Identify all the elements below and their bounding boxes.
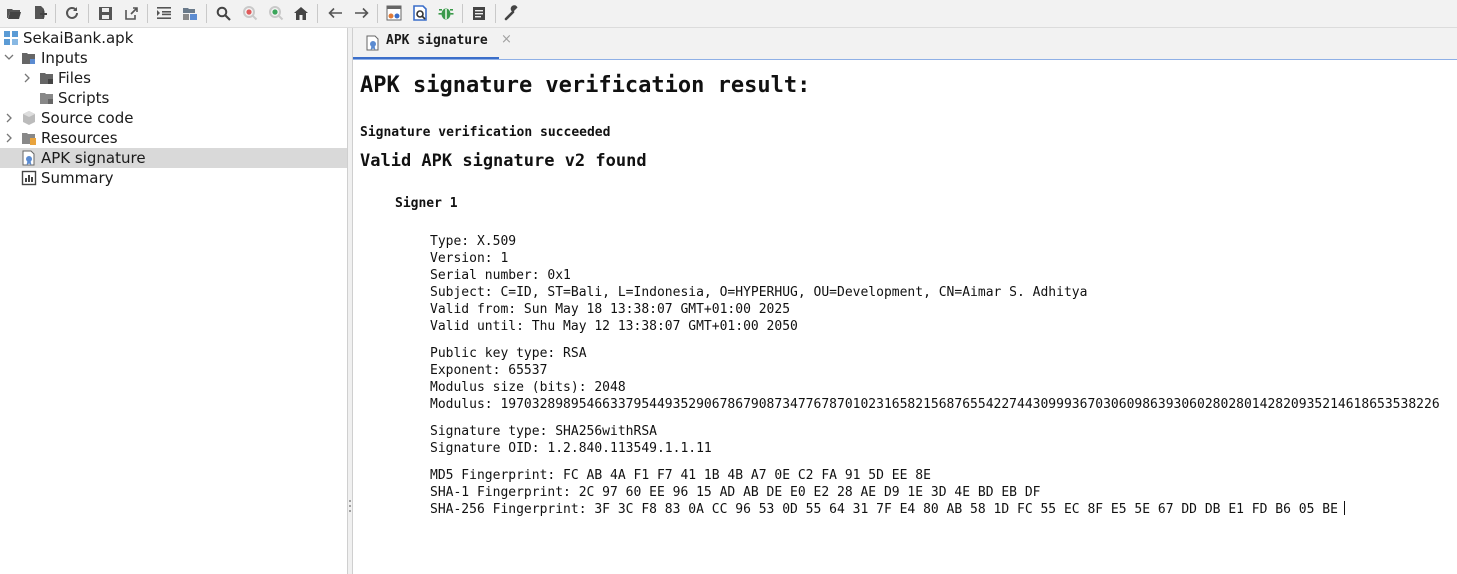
find-class-icon[interactable] [267, 4, 285, 22]
tree-item-files[interactable]: Files [0, 68, 347, 88]
tree-item-source-code[interactable]: Source code [0, 108, 347, 128]
tree-item-label: Inputs [41, 49, 88, 67]
public-key-exponent: Exponent: 65537 [430, 363, 548, 378]
save-icon[interactable] [96, 4, 114, 22]
panel-splitter[interactable] [347, 28, 353, 574]
modulus: Modulus: 1970328989546633795449352906786… [430, 397, 1440, 412]
tree-item-label: APK signature [41, 149, 146, 167]
cert-valid-until: Valid until: Thu May 12 13:38:07 GMT+01:… [430, 319, 798, 334]
apk-icon [4, 31, 18, 45]
signature-type: Signature type: SHA256withRSA [430, 424, 657, 439]
signature-panel: APK signature verification result: Signa… [354, 61, 1457, 574]
cert-subject: Subject: C=ID, ST=Bali, L=Indonesia, O=H… [430, 285, 1088, 300]
forward-arrow-icon[interactable] [352, 4, 370, 22]
sha256-fingerprint-row: SHA-256 Fingerprint: 3F 3C F8 83 0A CC 9… [430, 501, 1345, 518]
chevron-down-icon[interactable] [4, 52, 14, 64]
text-caret [1343, 501, 1345, 515]
log-viewer-icon[interactable] [470, 4, 488, 22]
find-usage-icon[interactable] [241, 4, 259, 22]
chevron-right-icon[interactable] [4, 132, 14, 144]
home-icon[interactable] [292, 4, 310, 22]
jadx-window: SekaiBank.apk Inputs Files Scripts Sourc… [0, 0, 1457, 574]
sha256-fingerprint: SHA-256 Fingerprint: 3F 3C F8 83 0A CC 9… [430, 502, 1338, 517]
tree-root-label: SekaiBank.apk [23, 29, 134, 47]
chevron-right-icon[interactable] [4, 112, 14, 124]
sync-tree-icon[interactable] [181, 4, 199, 22]
project-tree[interactable]: SekaiBank.apk Inputs Files Scripts Sourc… [0, 28, 347, 574]
export-icon[interactable] [122, 4, 140, 22]
add-files-icon[interactable] [31, 4, 49, 22]
tab-label: APK signature [386, 33, 488, 48]
cert-type: Type: X.509 [430, 234, 517, 249]
tree-item-label: Summary [41, 169, 114, 187]
flatten-packages-icon[interactable] [155, 4, 173, 22]
editor-tabs: APK signature × [353, 28, 1457, 60]
sha1-fingerprint: SHA-1 Fingerprint: 2C 97 60 EE 96 15 AD … [430, 485, 1041, 500]
signature-version-heading: Valid APK signature v2 found [360, 151, 647, 171]
open-folder-icon[interactable] [5, 4, 23, 22]
modulus-size: Modulus size (bits): 2048 [430, 380, 626, 395]
certificate-icon [366, 35, 379, 51]
deobfuscation-icon[interactable] [385, 4, 403, 22]
package-icon [23, 111, 35, 125]
tree-item-label: Source code [41, 109, 134, 127]
public-key-type: Public key type: RSA [430, 346, 587, 361]
toolbar [0, 0, 1457, 28]
tree-item-inputs[interactable]: Inputs [0, 48, 347, 68]
page-title: APK signature verification result: [360, 73, 811, 98]
verification-status: Signature verification succeeded [360, 125, 611, 140]
md5-fingerprint: MD5 Fingerprint: FC AB 4A F1 F7 41 1B 4B… [430, 468, 931, 483]
tree-item-resources[interactable]: Resources [0, 128, 347, 148]
tree-item-root[interactable]: SekaiBank.apk [0, 28, 347, 48]
tree-item-label: Scripts [58, 89, 110, 107]
back-arrow-icon[interactable] [326, 4, 344, 22]
tab-close-icon[interactable]: × [501, 32, 512, 47]
preferences-wrench-icon[interactable] [503, 4, 521, 22]
tree-item-scripts[interactable]: Scripts [0, 88, 347, 108]
folder-icon [40, 73, 53, 84]
cert-serial: Serial number: 0x1 [430, 268, 571, 283]
tab-apk-signature[interactable]: APK signature [353, 28, 499, 60]
chevron-right-icon[interactable] [22, 72, 32, 84]
signature-oid: Signature OID: 1.2.840.113549.1.1.11 [430, 441, 712, 456]
reload-icon[interactable] [63, 4, 81, 22]
tree-item-label: Files [58, 69, 91, 87]
debugger-icon[interactable] [437, 4, 455, 22]
tree-item-apk-signature[interactable]: APK signature [0, 148, 347, 168]
search-icon[interactable] [214, 4, 232, 22]
certificate-icon [22, 150, 35, 166]
inputs-folder-icon [22, 53, 35, 64]
signer-heading: Signer 1 [395, 196, 458, 211]
folder-icon [40, 93, 53, 104]
tree-item-summary[interactable]: Summary [0, 168, 347, 188]
quark-icon[interactable] [411, 4, 429, 22]
summary-chart-icon [21, 170, 37, 186]
cert-valid-from: Valid from: Sun May 18 13:38:07 GMT+01:0… [430, 302, 791, 317]
tree-item-label: Resources [41, 129, 118, 147]
cert-version: Version: 1 [430, 251, 509, 266]
resources-folder-icon [22, 133, 36, 145]
